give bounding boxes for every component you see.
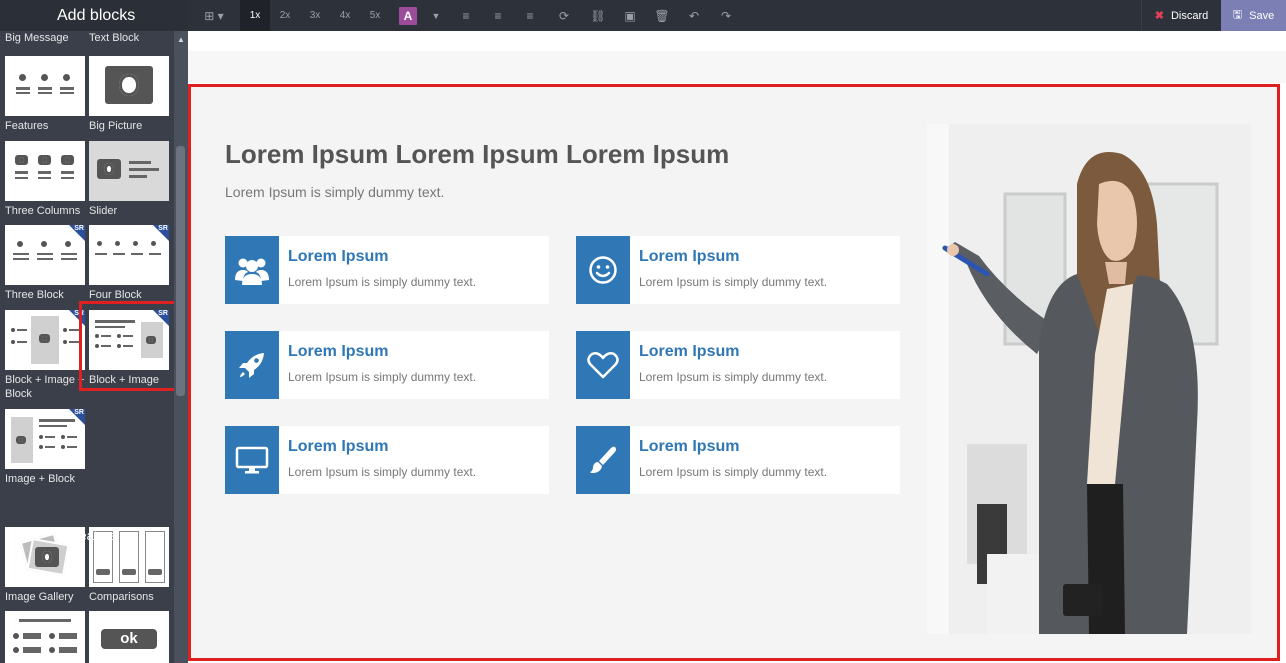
- zoom-4x[interactable]: 4x: [330, 0, 360, 31]
- grid-menu-icon[interactable]: ⊞ ▾: [188, 0, 240, 31]
- zoom-5x[interactable]: 5x: [360, 0, 390, 31]
- features-thumbnail: [5, 56, 85, 116]
- editor-toolbar: ⊞ ▾ 1x 2x 3x 4x 5x A ▼ ≡ ≡ ≡ ⟳ ⛓ ▣ 🗑 ↶ ↷…: [188, 0, 1286, 31]
- block-features[interactable]: Features: [5, 56, 85, 133]
- link-icon[interactable]: ⛓: [582, 0, 614, 31]
- feature-card[interactable]: Lorem Ipsum Lorem Ipsum is simply dummy …: [576, 236, 900, 304]
- block-heading[interactable]: Lorem Ipsum Lorem Ipsum Lorem Ipsum: [225, 139, 729, 170]
- block-three-columns[interactable]: Three Columns: [5, 141, 85, 218]
- close-icon: ✖: [1154, 10, 1164, 22]
- diamond-icon: ◇: [57, 528, 68, 543]
- camera-icon: [105, 66, 153, 104]
- trash-icon[interactable]: 🗑: [646, 0, 678, 31]
- previous-block[interactable]: [188, 51, 1286, 83]
- floppy-disk-icon: 🖫: [1232, 9, 1243, 21]
- block-four-block[interactable]: SR Four Block: [89, 225, 169, 302]
- four-block-thumbnail: SR: [89, 225, 169, 285]
- refresh-icon[interactable]: ⟳: [546, 0, 582, 31]
- feature-card[interactable]: Lorem Ipsum Lorem Ipsum is simply dummy …: [225, 236, 549, 304]
- block-three-block[interactable]: SR Three Block: [5, 225, 85, 302]
- block-photo[interactable]: [927, 124, 1251, 634]
- block-button[interactable]: ok: [89, 611, 169, 663]
- block-image-block-thumbnail: SR: [5, 310, 85, 370]
- slider-thumbnail: [89, 141, 169, 201]
- zoom-1x[interactable]: 1x: [240, 0, 270, 31]
- block-big-message[interactable]: Big Message: [5, 31, 85, 45]
- redo-icon[interactable]: ↷: [710, 0, 742, 31]
- block-slider[interactable]: Slider: [89, 141, 169, 218]
- block-text-block[interactable]: Text Block: [89, 31, 169, 45]
- zoom-3x[interactable]: 3x: [300, 0, 330, 31]
- feature-card[interactable]: Lorem Ipsum Lorem Ipsum is simply dummy …: [225, 426, 549, 494]
- ok-button-preview: ok: [101, 629, 157, 649]
- block-subheading[interactable]: Lorem Ipsum is simply dummy text.: [225, 184, 444, 200]
- font-color-button[interactable]: A: [394, 0, 422, 31]
- sidebar-scrollbar[interactable]: ▲: [174, 31, 188, 663]
- scrollbar-thumb[interactable]: [176, 146, 185, 396]
- team-thumbnail: [5, 611, 85, 663]
- three-block-thumbnail: SR: [5, 225, 85, 285]
- zoom-2x[interactable]: 2x: [270, 0, 300, 31]
- users-icon: [225, 236, 279, 304]
- rocket-icon: [225, 331, 279, 399]
- selected-content-block[interactable]: Lorem Ipsum Lorem Ipsum Lorem Ipsum Lore…: [188, 84, 1280, 661]
- align-left-icon[interactable]: ≡: [450, 0, 482, 31]
- font-dropdown-icon[interactable]: ▼: [422, 0, 450, 31]
- feature-section-title: ◇ Feature: [57, 528, 117, 543]
- smile-icon: [576, 236, 630, 304]
- align-right-icon[interactable]: ≡: [514, 0, 546, 31]
- selected-block-highlight: [79, 301, 178, 391]
- block-big-picture[interactable]: Big Picture: [89, 56, 169, 133]
- align-center-icon[interactable]: ≡: [482, 0, 514, 31]
- block-block-image-block[interactable]: SR Block + Image + Block: [5, 310, 85, 401]
- editor-canvas: Lorem Ipsum Lorem Ipsum Lorem Ipsum Lore…: [188, 31, 1286, 663]
- feature-card[interactable]: Lorem Ipsum Lorem Ipsum is simply dummy …: [576, 331, 900, 399]
- block-image-block[interactable]: SR Image + Block: [5, 409, 85, 486]
- woman-at-whiteboard-image: [927, 124, 1251, 634]
- sidebar-title: Add blocks: [0, 0, 188, 31]
- monitor-icon: [225, 426, 279, 494]
- image-block-thumbnail: SR: [5, 409, 85, 469]
- page-builder: Add blocks Big Message Text Block Featur…: [0, 0, 1286, 663]
- scroll-up-arrow-icon[interactable]: ▲: [174, 33, 188, 45]
- discard-button[interactable]: ✖ Discard: [1141, 0, 1221, 31]
- block-team[interactable]: [5, 611, 85, 663]
- paintbrush-icon: [576, 426, 630, 494]
- blocks-sidebar: Add blocks Big Message Text Block Featur…: [0, 0, 188, 663]
- font-color-icon: A: [399, 6, 417, 25]
- undo-icon[interactable]: ↶: [678, 0, 710, 31]
- save-button[interactable]: 🖫 Save: [1221, 0, 1286, 31]
- heart-icon: [576, 331, 630, 399]
- three-columns-thumbnail: [5, 141, 85, 201]
- feature-card[interactable]: Lorem Ipsum Lorem Ipsum is simply dummy …: [225, 331, 549, 399]
- feature-card[interactable]: Lorem Ipsum Lorem Ipsum is simply dummy …: [576, 426, 900, 494]
- big-picture-thumbnail: [89, 56, 169, 116]
- image-icon[interactable]: ▣: [614, 0, 646, 31]
- button-thumbnail: ok: [89, 611, 169, 663]
